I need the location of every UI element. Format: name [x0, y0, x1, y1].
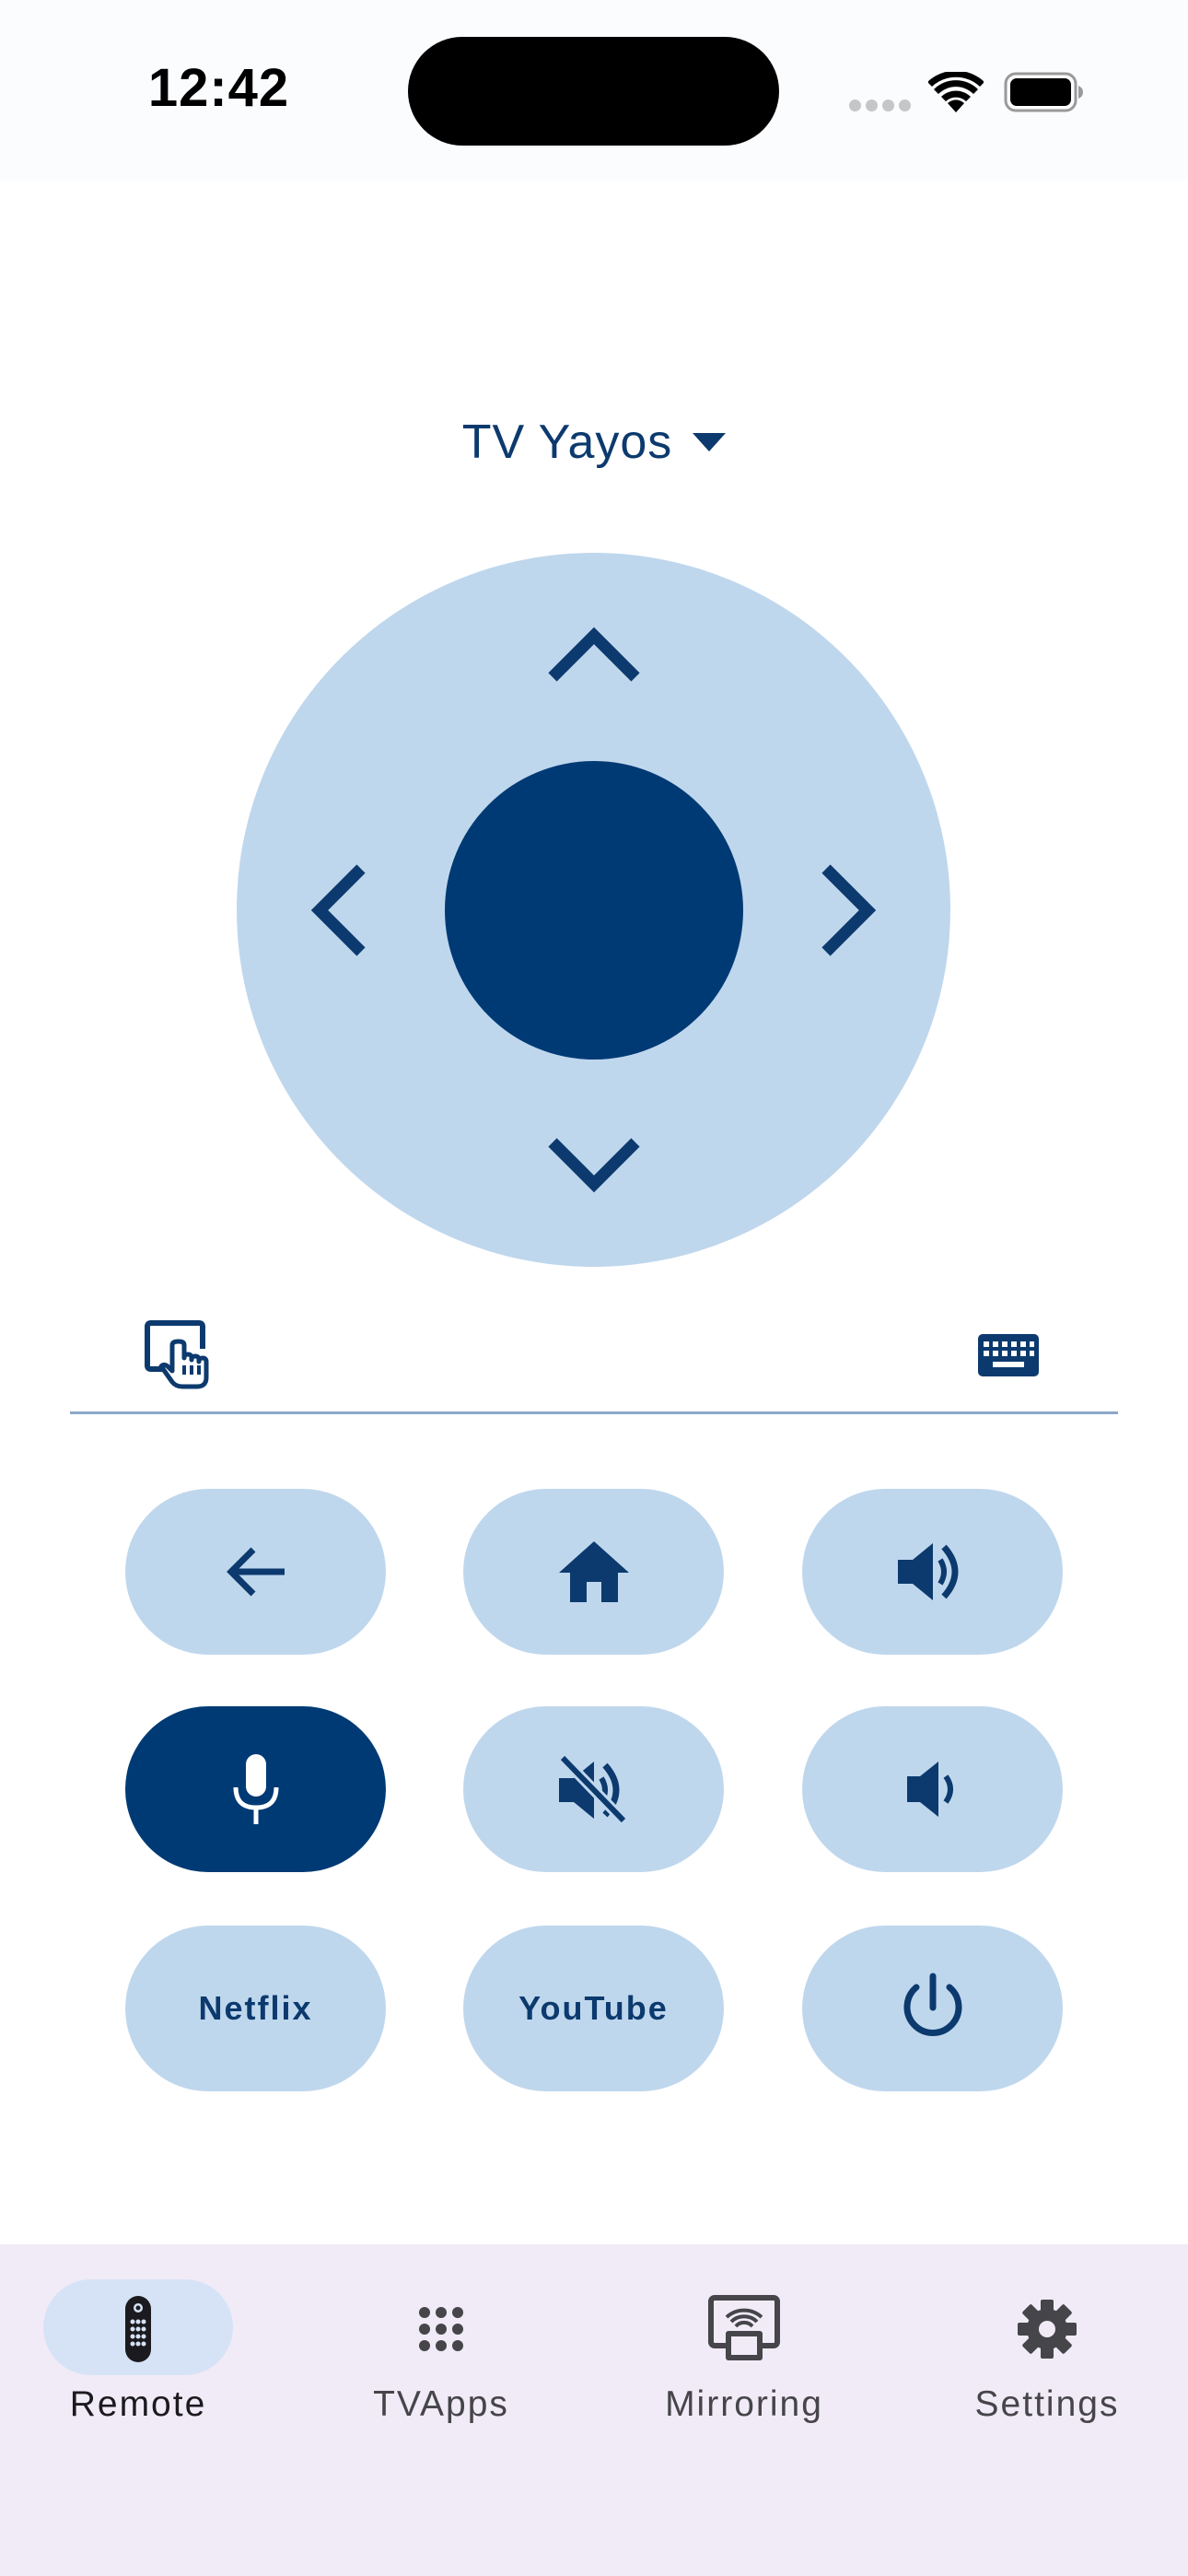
back-button[interactable]	[125, 1489, 386, 1655]
nav-tvapps-label: TVApps	[373, 2384, 509, 2424]
nav-tvapps[interactable]: TVApps	[321, 2279, 561, 2427]
ok-button[interactable]	[445, 761, 743, 1060]
mirroring-icon	[708, 2295, 780, 2360]
youtube-button[interactable]: YouTube	[463, 1926, 724, 2091]
volume-up-button[interactable]	[802, 1489, 1063, 1655]
power-button[interactable]	[802, 1926, 1063, 2091]
dpad-up-button[interactable]	[539, 599, 649, 709]
nav-remote-label: Remote	[69, 2384, 207, 2424]
microphone-icon	[233, 1754, 278, 1824]
volume-off-icon	[558, 1754, 627, 1824]
caret-down-icon	[693, 433, 727, 451]
youtube-label: YouTube	[518, 1989, 669, 2027]
dpad-down-button[interactable]	[539, 1110, 649, 1221]
dynamic-island	[408, 37, 779, 146]
nav-remote[interactable]: Remote	[18, 2279, 258, 2427]
netflix-button[interactable]: Netflix	[125, 1926, 386, 2091]
gear-icon	[1018, 2300, 1077, 2359]
chevron-down-icon	[548, 1138, 640, 1193]
dpad	[237, 553, 950, 1267]
dpad-right-button[interactable]	[794, 855, 904, 966]
wifi-icon	[928, 72, 984, 112]
grid-icon	[419, 2307, 463, 2351]
device-selector[interactable]: TV Yayos	[424, 405, 764, 479]
nav-settings-label: Settings	[974, 2384, 1120, 2424]
power-icon	[903, 1973, 961, 2036]
tool-row	[70, 1317, 1118, 1414]
remote-screen: 12:42 TV Yayos Netflix YouTube Remote TV…	[0, 0, 1188, 2576]
touchpad-icon[interactable]	[142, 1317, 215, 1391]
nav-mirroring[interactable]: Mirroring	[624, 2279, 864, 2427]
back-arrow-icon	[226, 1547, 285, 1597]
dpad-left-button[interactable]	[283, 855, 393, 966]
nav-settings[interactable]: Settings	[927, 2279, 1167, 2427]
home-button[interactable]	[463, 1489, 724, 1655]
signal-dots-icon	[849, 100, 912, 112]
keyboard-icon[interactable]	[976, 1323, 1041, 1388]
volume-down-icon	[906, 1762, 953, 1817]
status-time: 12:42	[147, 58, 290, 118]
device-name: TV Yayos	[461, 416, 673, 469]
home-icon	[558, 1541, 629, 1602]
bottom-nav: Remote TVApps Mirroring Settings	[0, 2244, 1188, 2576]
battery-icon	[1004, 72, 1083, 112]
volume-down-button[interactable]	[802, 1706, 1063, 1872]
netflix-label: Netflix	[198, 1989, 313, 2027]
chevron-left-icon	[310, 864, 366, 956]
chevron-right-icon	[821, 864, 877, 956]
chevron-up-icon	[548, 626, 640, 682]
remote-icon	[125, 2296, 151, 2362]
status-bar: 12:42	[0, 0, 1188, 181]
mute-button[interactable]	[463, 1706, 724, 1872]
voice-button[interactable]	[125, 1706, 386, 1872]
volume-up-icon	[897, 1543, 958, 1600]
nav-mirroring-label: Mirroring	[665, 2384, 823, 2424]
